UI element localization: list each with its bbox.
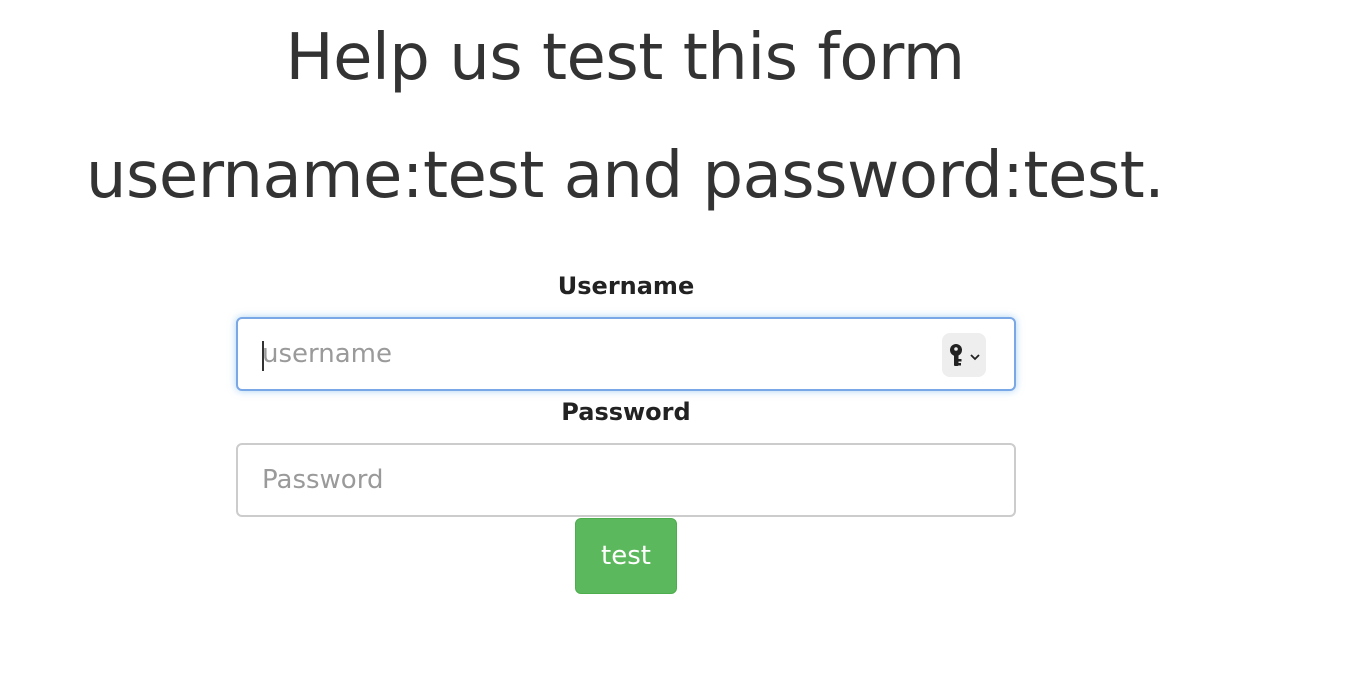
text-cursor: [262, 341, 264, 371]
password-manager-button[interactable]: [942, 333, 986, 377]
password-field-wrapper: [236, 443, 1016, 517]
credentials-hint: username:test and password:test.: [85, 139, 1165, 213]
username-field-wrapper: [236, 317, 1016, 391]
username-label: Username: [557, 272, 695, 300]
username-input[interactable]: [238, 319, 1014, 389]
password-input[interactable]: [238, 445, 1014, 515]
chevron-down-icon: [970, 354, 980, 361]
page-title: Help us test this form: [285, 21, 965, 95]
submit-button[interactable]: test: [575, 518, 677, 594]
login-test-page: Help us test this form username:test and…: [0, 0, 1356, 680]
password-label: Password: [561, 398, 691, 426]
